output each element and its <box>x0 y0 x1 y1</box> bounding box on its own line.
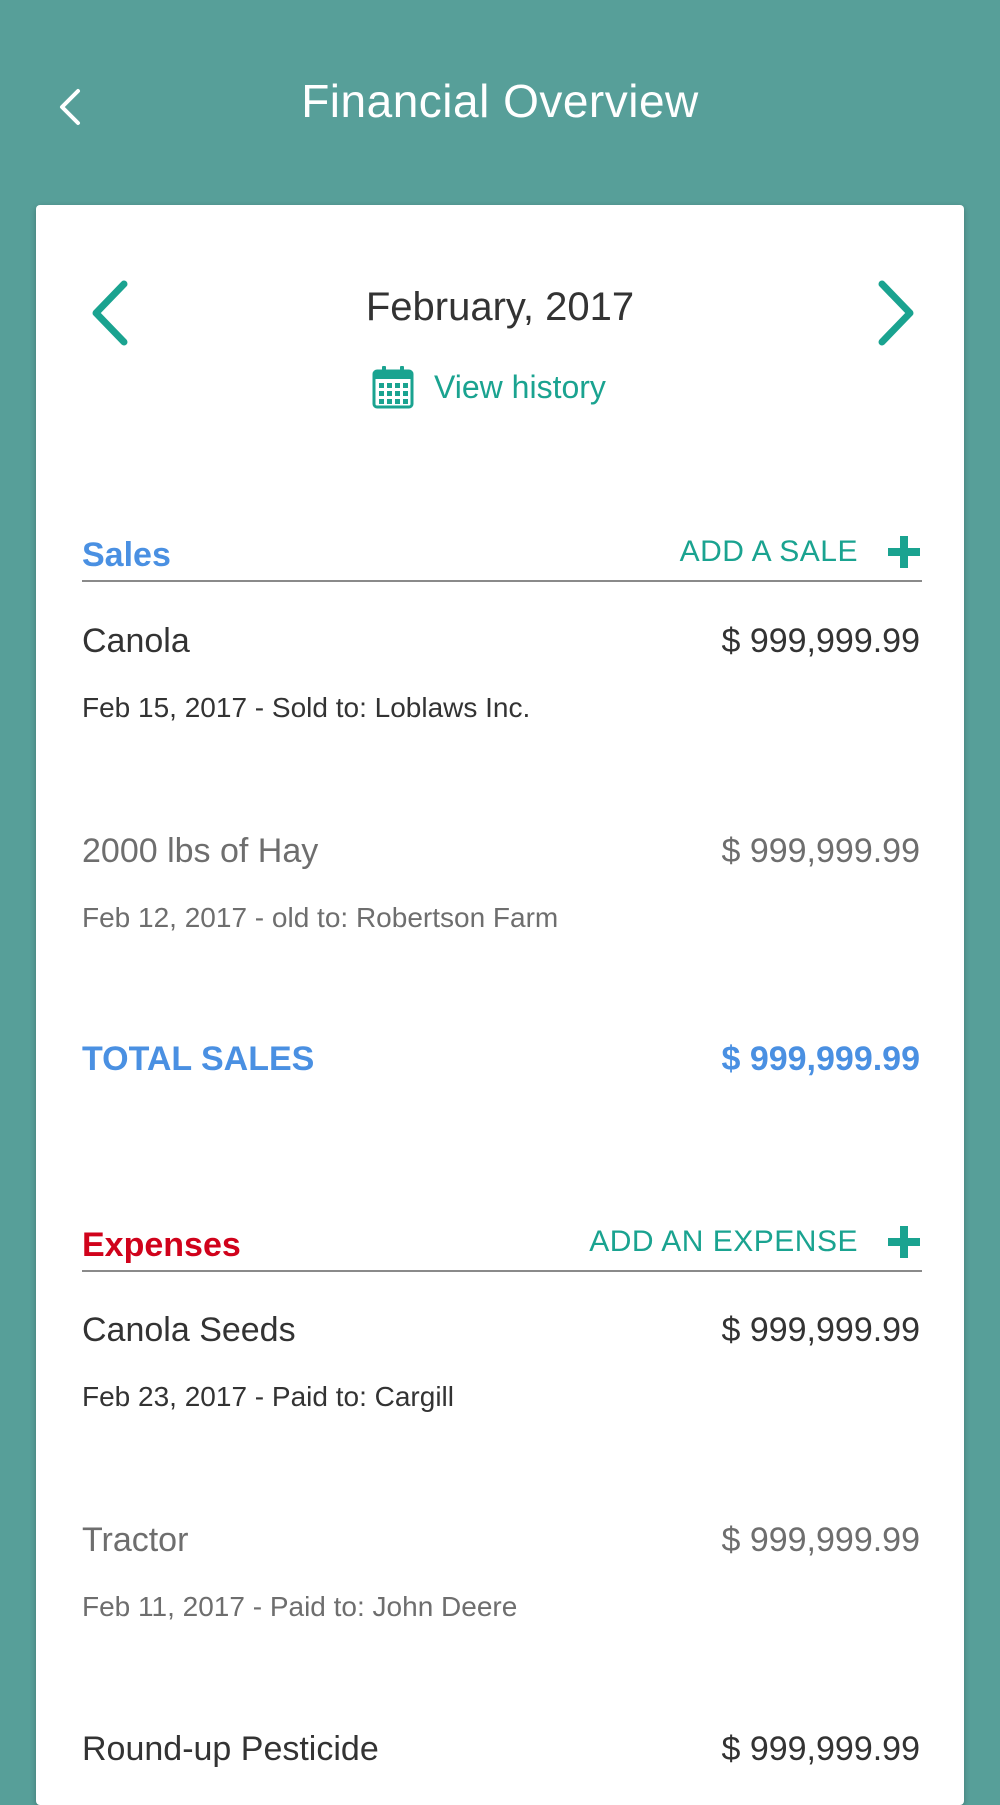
app-header: Financial Overview <box>0 0 1000 200</box>
sales-section-header: Sales ADD A SALE <box>82 530 922 582</box>
sales-title: Sales <box>82 536 171 574</box>
sale-amount: $ 999,999.99 <box>721 622 920 660</box>
total-sales-row: TOTAL SALES $ 999,999.99 <box>82 1040 920 1090</box>
calendar-icon <box>372 366 414 409</box>
sale-detail: Feb 12, 2017 - old to: Robertson Farm <box>82 902 559 933</box>
sale-name: 2000 lbs of Hay <box>82 832 319 870</box>
plus-icon <box>888 1226 920 1258</box>
expense-amount: $ 999,999.99 <box>721 1311 920 1349</box>
expenses-section-header: Expenses ADD AN EXPENSE <box>82 1220 922 1272</box>
expenses-title: Expenses <box>82 1226 241 1264</box>
sale-detail: Feb 15, 2017 - Sold to: Loblaws Inc. <box>82 692 531 723</box>
expense-detail: Feb 23, 2017 - Paid to: Cargill <box>82 1381 454 1412</box>
sale-name: Canola <box>82 622 190 660</box>
expense-row[interactable]: Tractor $ 999,999.99 Feb 11, 2017 - Paid… <box>82 1521 920 1651</box>
expense-name: Canola Seeds <box>82 1311 296 1349</box>
expense-row[interactable]: Canola Seeds $ 999,999.99 Feb 23, 2017 -… <box>82 1311 920 1441</box>
plus-icon <box>888 536 920 568</box>
view-history-link[interactable]: View history <box>372 362 606 412</box>
page-title: Financial Overview <box>301 75 699 127</box>
expense-amount: $ 999,999.99 <box>721 1521 920 1559</box>
sale-row[interactable]: 2000 lbs of Hay $ 999,999.99 Feb 12, 201… <box>82 832 920 962</box>
add-sale-label: ADD A SALE <box>679 535 858 568</box>
expense-row[interactable]: Round-up Pesticide $ 999,999.99 <box>82 1730 920 1778</box>
view-history-label: View history <box>434 368 606 405</box>
expense-name: Round-up Pesticide <box>82 1730 379 1768</box>
next-month-button[interactable] <box>872 278 920 348</box>
total-sales-amount: $ 999,999.99 <box>721 1040 920 1078</box>
total-sales-label: TOTAL SALES <box>82 1040 315 1078</box>
chevron-right-icon <box>878 280 914 346</box>
expense-amount: $ 999,999.99 <box>721 1730 920 1768</box>
expense-name: Tractor <box>82 1521 189 1559</box>
add-expense-button[interactable]: ADD AN EXPENSE <box>589 1222 920 1262</box>
expense-detail: Feb 11, 2017 - Paid to: John Deere <box>82 1591 518 1622</box>
current-month-label: February, 2017 <box>365 285 635 329</box>
add-sale-button[interactable]: ADD A SALE <box>680 532 920 572</box>
add-expense-label: ADD AN EXPENSE <box>589 1225 858 1258</box>
sale-row[interactable]: Canola $ 999,999.99 Feb 15, 2017 - Sold … <box>82 622 920 752</box>
sale-amount: $ 999,999.99 <box>721 832 920 870</box>
